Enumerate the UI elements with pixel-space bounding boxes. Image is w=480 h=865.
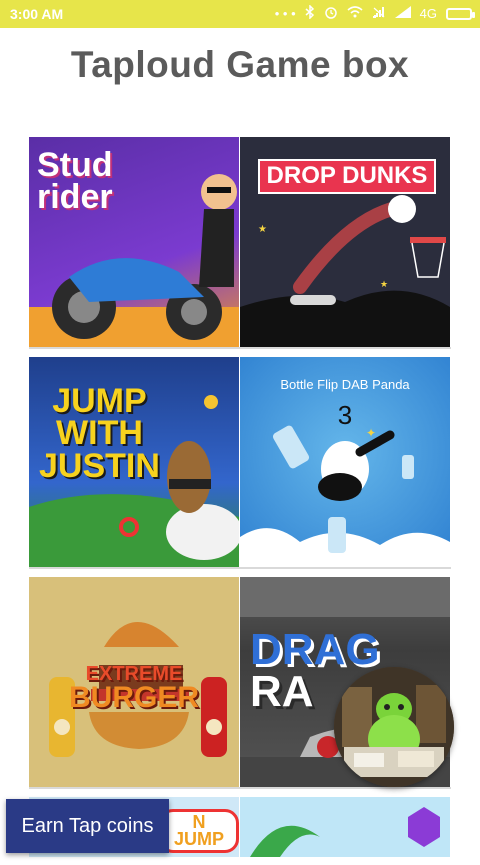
battery-icon: [446, 7, 475, 20]
game-title-extreme-burger: EXTREME BURGER: [68, 663, 199, 714]
game-row: Stud rider ★ ★ DROP DUNKS: [29, 137, 451, 349]
game-tile-bottle-flip-dab-panda[interactable]: ✦ Bottle Flip DAB Panda 3: [240, 357, 451, 567]
game-score: 3: [337, 400, 353, 430]
game-tile-gem[interactable]: [240, 797, 451, 857]
earn-tap-coins-button[interactable]: Earn Tap coins: [6, 799, 169, 853]
network-type: 4G: [419, 6, 437, 21]
game-title-n-jump: N JUMP: [159, 809, 239, 854]
game-title-jump-with-justin: JUMP WITH JUSTIN: [39, 382, 160, 485]
wifi-icon: [347, 6, 363, 21]
status-icons: • • • 4G: [274, 4, 475, 22]
game-tile-jump-with-justin[interactable]: JUMP WITH JUSTIN: [29, 357, 240, 567]
game-row: JUMP WITH JUSTIN ✦ Bottle Flip DAB Panda 3: [29, 357, 451, 569]
bluetooth-icon: [305, 4, 315, 22]
status-bar: 3:00 AM • • • 4G: [0, 0, 480, 28]
svg-text:★: ★: [258, 224, 267, 235]
status-time: 3:00 AM: [10, 6, 64, 22]
game-title-stud-rider: Stud rider: [37, 146, 113, 217]
notification-dots-icon: • • •: [274, 6, 296, 21]
game-title-bottle-flip: Bottle Flip DAB Panda: [280, 377, 410, 392]
svg-text:✦: ✦: [366, 426, 376, 440]
game-tile-drop-dunks[interactable]: ★ ★ DROP DUNKS: [240, 137, 451, 347]
page-title: Taploud Game box: [70, 44, 410, 85]
no-signal-icon: [372, 6, 386, 21]
game-tile-stud-rider[interactable]: Stud rider: [29, 137, 240, 347]
alarm-icon: [324, 5, 338, 22]
game-tile-extreme-burger[interactable]: EXTREME BURGER: [29, 577, 240, 787]
svg-text:★: ★: [380, 279, 388, 289]
game-title-drop-dunks: DROP DUNKS: [258, 159, 436, 194]
floating-avatar-button[interactable]: [334, 667, 454, 787]
signal-icon: [394, 6, 411, 21]
